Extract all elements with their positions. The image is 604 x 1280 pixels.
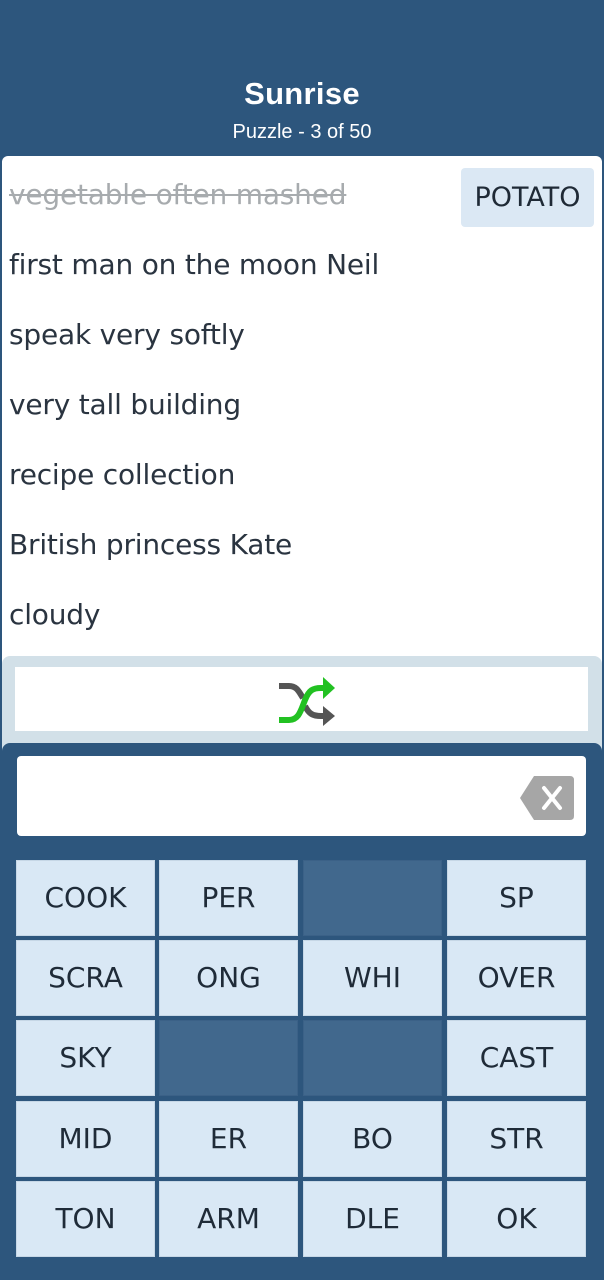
clue-text: British princess Kate: [9, 528, 293, 561]
tile[interactable]: WHI: [303, 940, 442, 1016]
tile-used: [303, 860, 442, 936]
clue-text: recipe collection: [9, 458, 236, 491]
tile[interactable]: ER: [159, 1101, 298, 1177]
clue-row[interactable]: first man on the moon Neil: [2, 226, 602, 296]
clue-text: first man on the moon Neil: [9, 248, 380, 281]
tile-used: [159, 1020, 298, 1096]
shuffle-icon: [279, 677, 335, 726]
clue-row[interactable]: cloudy: [2, 576, 602, 646]
tile[interactable]: STR: [447, 1101, 586, 1177]
tile-used: [303, 1020, 442, 1096]
clue-row[interactable]: very tall building: [2, 366, 602, 436]
clue-text: cloudy: [9, 598, 101, 631]
clue-text: very tall building: [9, 388, 241, 421]
tile[interactable]: SKY: [16, 1020, 155, 1096]
tile[interactable]: ARM: [159, 1181, 298, 1257]
backspace-button[interactable]: [520, 776, 574, 820]
clue-row[interactable]: speak very softly: [2, 296, 602, 366]
puzzle-progress: Puzzle - 3 of 50: [232, 121, 372, 143]
clue-row[interactable]: British princess Kate: [2, 506, 602, 576]
tile[interactable]: OK: [447, 1181, 586, 1257]
tile[interactable]: DLE: [303, 1181, 442, 1257]
shuffle-button[interactable]: [15, 667, 588, 731]
clue-row-solved[interactable]: vegetable often mashed POTATO: [2, 156, 602, 227]
tile[interactable]: MID: [16, 1101, 155, 1177]
header: Sunrise Puzzle - 3 of 50: [0, 0, 604, 160]
tile[interactable]: SP: [447, 860, 586, 936]
backspace-icon: [520, 776, 574, 820]
tile[interactable]: TON: [16, 1181, 155, 1257]
clue-text: speak very softly: [9, 318, 245, 351]
tile[interactable]: COOK: [16, 860, 155, 936]
tile[interactable]: ONG: [159, 940, 298, 1016]
puzzle-title: Sunrise: [244, 76, 360, 111]
answer-input[interactable]: [17, 756, 586, 836]
tile[interactable]: SCRA: [16, 940, 155, 1016]
tile[interactable]: CAST: [447, 1020, 586, 1096]
clue-list: vegetable often mashed POTATO first man …: [2, 156, 602, 666]
solved-answer-chip: POTATO: [461, 168, 594, 227]
shuffle-bar: [2, 656, 602, 752]
tile[interactable]: BO: [303, 1101, 442, 1177]
clue-row[interactable]: recipe collection: [2, 436, 602, 506]
clue-text: vegetable often mashed: [9, 178, 347, 211]
tile[interactable]: PER: [159, 860, 298, 936]
tile[interactable]: OVER: [447, 940, 586, 1016]
